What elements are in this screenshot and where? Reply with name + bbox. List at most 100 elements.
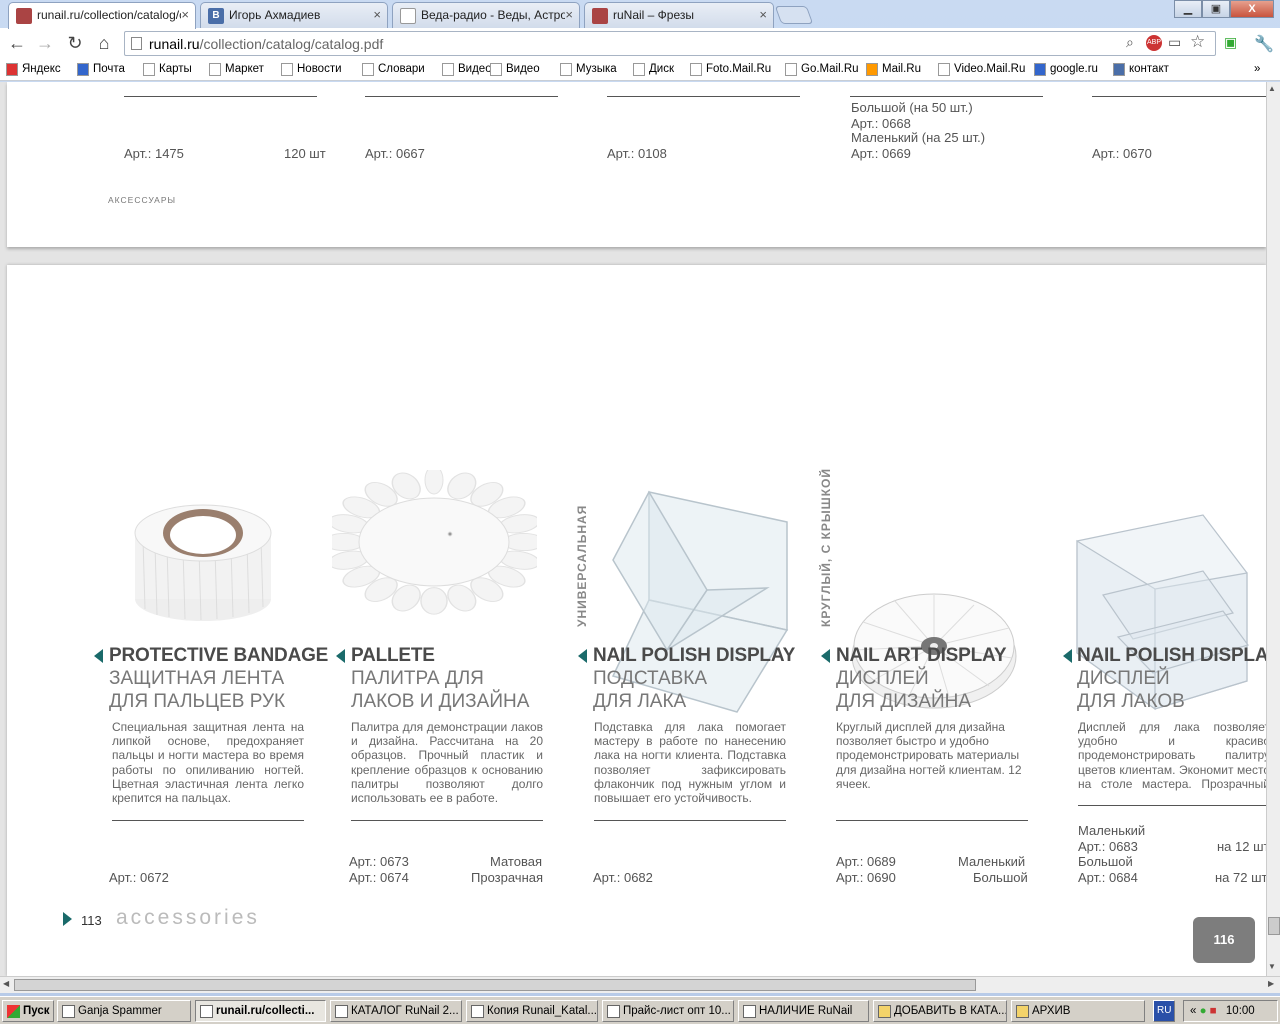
page-icon bbox=[490, 63, 502, 76]
bookmark-google-ru[interactable]: google.ru bbox=[1034, 63, 1098, 76]
bookmark-foto-mail-ru[interactable]: Foto.Mail.Ru bbox=[690, 63, 771, 76]
bookmark-go-mail-ru[interactable]: Go.Mail.Ru bbox=[785, 63, 859, 76]
bookmark-label: Почта bbox=[93, 63, 125, 75]
address-bar[interactable]: runail.ru/collection/catalog/catalog.pdf bbox=[124, 31, 1216, 56]
triangle-marker-icon bbox=[1063, 649, 1072, 663]
article-number: Арт.: 0669 bbox=[851, 146, 911, 161]
taskbar-button[interactable]: КАТАЛОГ RuNail 2... bbox=[330, 1000, 462, 1022]
horizontal-scrollbar[interactable]: ◀ ▶ bbox=[0, 976, 1280, 993]
page-action-icon[interactable]: ▭ bbox=[1168, 34, 1181, 51]
article-number: Арт.: 0690 bbox=[836, 870, 896, 885]
product-description: Специальная защитная лента на липкой осн… bbox=[112, 720, 304, 806]
article-number: Арт.: 0689 bbox=[836, 854, 896, 869]
bookmark-star-icon[interactable]: ☆ bbox=[1190, 32, 1205, 52]
divider bbox=[594, 820, 786, 821]
variant-label: Прозрачная bbox=[471, 870, 544, 885]
pdf-viewer[interactable]: Арт.: 1475 120 шт Арт.: 0667 Арт.: 0108 … bbox=[0, 82, 1266, 976]
taskbar-button[interactable]: АРХИВ bbox=[1011, 1000, 1145, 1022]
tab-veda-radio[interactable]: Веда-радио - Веды, Астрол × bbox=[392, 2, 580, 28]
tab-close-icon[interactable]: × bbox=[565, 7, 573, 22]
tab-close-icon[interactable]: × bbox=[759, 7, 767, 22]
divider bbox=[351, 820, 543, 821]
scroll-down-arrow-icon[interactable]: ▼ bbox=[1268, 962, 1276, 971]
bookmark-mail-ru[interactable]: Mail.Ru bbox=[866, 63, 921, 76]
bookmark-музыка[interactable]: Музыка bbox=[560, 63, 617, 76]
bookmark-яндекс[interactable]: Яндекс bbox=[6, 63, 61, 76]
tab-close-icon[interactable]: × bbox=[181, 7, 189, 22]
taskbar-label: Копия Runail_Katal... bbox=[487, 1005, 597, 1017]
taskbar-label: ДОБАВИТЬ В КАТА... bbox=[894, 1005, 1007, 1017]
taskbar-label: runail.ru/collecti... bbox=[216, 1005, 315, 1017]
bookmarks-overflow-button[interactable]: » bbox=[1254, 63, 1260, 75]
taskbar-button[interactable]: Прайс-лист опт 10... bbox=[602, 1000, 734, 1022]
bookmark-маркет[interactable]: Маркет bbox=[209, 63, 264, 76]
scroll-left-arrow-icon[interactable]: ◀ bbox=[3, 979, 9, 988]
new-tab-button[interactable] bbox=[774, 6, 814, 24]
back-arrow-icon[interactable]: ← bbox=[6, 33, 28, 54]
bookmark-label: Маркет bbox=[225, 63, 264, 75]
product-name-ru: ДИСПЛЕЙ bbox=[836, 668, 929, 689]
page-indicator-badge: 116 bbox=[1193, 917, 1255, 963]
scroll-thumb[interactable] bbox=[14, 979, 976, 991]
triangle-marker-icon bbox=[94, 649, 103, 663]
google-icon bbox=[1034, 63, 1046, 76]
vertical-label: УНИВЕРСАЛЬНАЯ bbox=[575, 504, 589, 627]
vertical-scrollbar[interactable]: ▲ ▼ bbox=[1266, 82, 1280, 976]
tab-runail-frezy[interactable]: ruNail – Фрезы × bbox=[584, 2, 774, 28]
taskbar-label: НАЛИЧИЕ RuNail bbox=[759, 1005, 853, 1017]
close-window-button[interactable]: X bbox=[1230, 0, 1274, 18]
article-number: Арт.: 0673 bbox=[349, 854, 409, 869]
bookmark-label: Новости bbox=[297, 63, 342, 75]
bookmark-контакт[interactable]: контакт bbox=[1113, 63, 1169, 76]
maximize-button[interactable]: ▣ bbox=[1202, 0, 1230, 18]
scroll-up-arrow-icon[interactable]: ▲ bbox=[1268, 84, 1276, 93]
clock: 10:00 bbox=[1225, 1005, 1255, 1017]
bookmark-video-mail-ru[interactable]: Video.Mail.Ru bbox=[938, 63, 1026, 76]
runail-favicon bbox=[16, 8, 32, 24]
extension-icon[interactable]: ▣ bbox=[1224, 34, 1237, 51]
tab-vk-profile[interactable]: B Игорь Ахмадиев × bbox=[200, 2, 388, 28]
page-icon bbox=[131, 37, 142, 50]
app-icon bbox=[607, 1005, 620, 1018]
home-icon[interactable]: ⌂ bbox=[93, 33, 115, 54]
tab-runail-catalog[interactable]: runail.ru/collection/catalog/c × bbox=[8, 2, 196, 29]
page-icon bbox=[690, 63, 702, 76]
bookmark-видео[interactable]: Видео bbox=[442, 63, 492, 76]
reload-icon[interactable]: ↻ bbox=[64, 33, 86, 54]
size-label: Маленький (на 25 шт.) bbox=[851, 130, 986, 145]
forward-arrow-icon[interactable]: → bbox=[34, 33, 56, 54]
system-tray: « ● ■ 10:00 bbox=[1183, 1000, 1278, 1022]
taskbar-button[interactable]: Ganja Spammer bbox=[57, 1000, 191, 1022]
taskbar-button[interactable]: runail.ru/collecti... bbox=[195, 1000, 326, 1022]
bookmark-словари[interactable]: Словари bbox=[362, 63, 425, 76]
product-name-ru: ЗАЩИТНАЯ ЛЕНТА bbox=[109, 668, 285, 689]
bookmark-новости[interactable]: Новости bbox=[281, 63, 342, 76]
taskbar-button[interactable]: НАЛИЧИЕ RuNail bbox=[738, 1000, 869, 1022]
product-description: Дисплей для лака позволяет удобно и крас… bbox=[1078, 720, 1266, 792]
page-icon bbox=[633, 63, 645, 76]
minimize-button[interactable]: ▁ bbox=[1174, 0, 1202, 18]
taskbar-button[interactable]: Копия Runail_Katal... bbox=[466, 1000, 598, 1022]
scroll-thumb[interactable] bbox=[1268, 917, 1280, 935]
bookmark-видео[interactable]: Видео bbox=[490, 63, 540, 76]
app-icon bbox=[200, 1005, 213, 1018]
adblock-icon[interactable]: ABP bbox=[1146, 35, 1162, 51]
taskbar-button[interactable]: ДОБАВИТЬ В КАТА... bbox=[873, 1000, 1007, 1022]
tab-title: ruNail – Фрезы bbox=[613, 8, 695, 22]
triangle-marker-icon bbox=[578, 649, 587, 663]
language-indicator[interactable]: RU bbox=[1153, 1000, 1175, 1022]
start-button[interactable]: Пуск bbox=[2, 1000, 54, 1022]
tab-close-icon[interactable]: × bbox=[373, 7, 381, 22]
scroll-right-arrow-icon[interactable]: ▶ bbox=[1268, 979, 1274, 988]
wrench-icon[interactable]: 🔧 bbox=[1254, 34, 1274, 54]
bookmark-почта[interactable]: Почта bbox=[77, 63, 125, 76]
variant-label: Матовая bbox=[490, 854, 542, 869]
bookmark-label: Video.Mail.Ru bbox=[954, 63, 1026, 75]
article-number: Арт.: 1475 bbox=[124, 146, 184, 161]
product-name-en: NAIL POLISH DISPLAY bbox=[593, 645, 796, 666]
quantity: на 12 шт bbox=[1217, 839, 1266, 854]
zoom-icon[interactable]: ⌕ bbox=[1126, 34, 1134, 51]
bookmark-диск[interactable]: Диск bbox=[633, 63, 674, 76]
divider bbox=[124, 96, 317, 97]
bookmark-карты[interactable]: Карты bbox=[143, 63, 192, 76]
